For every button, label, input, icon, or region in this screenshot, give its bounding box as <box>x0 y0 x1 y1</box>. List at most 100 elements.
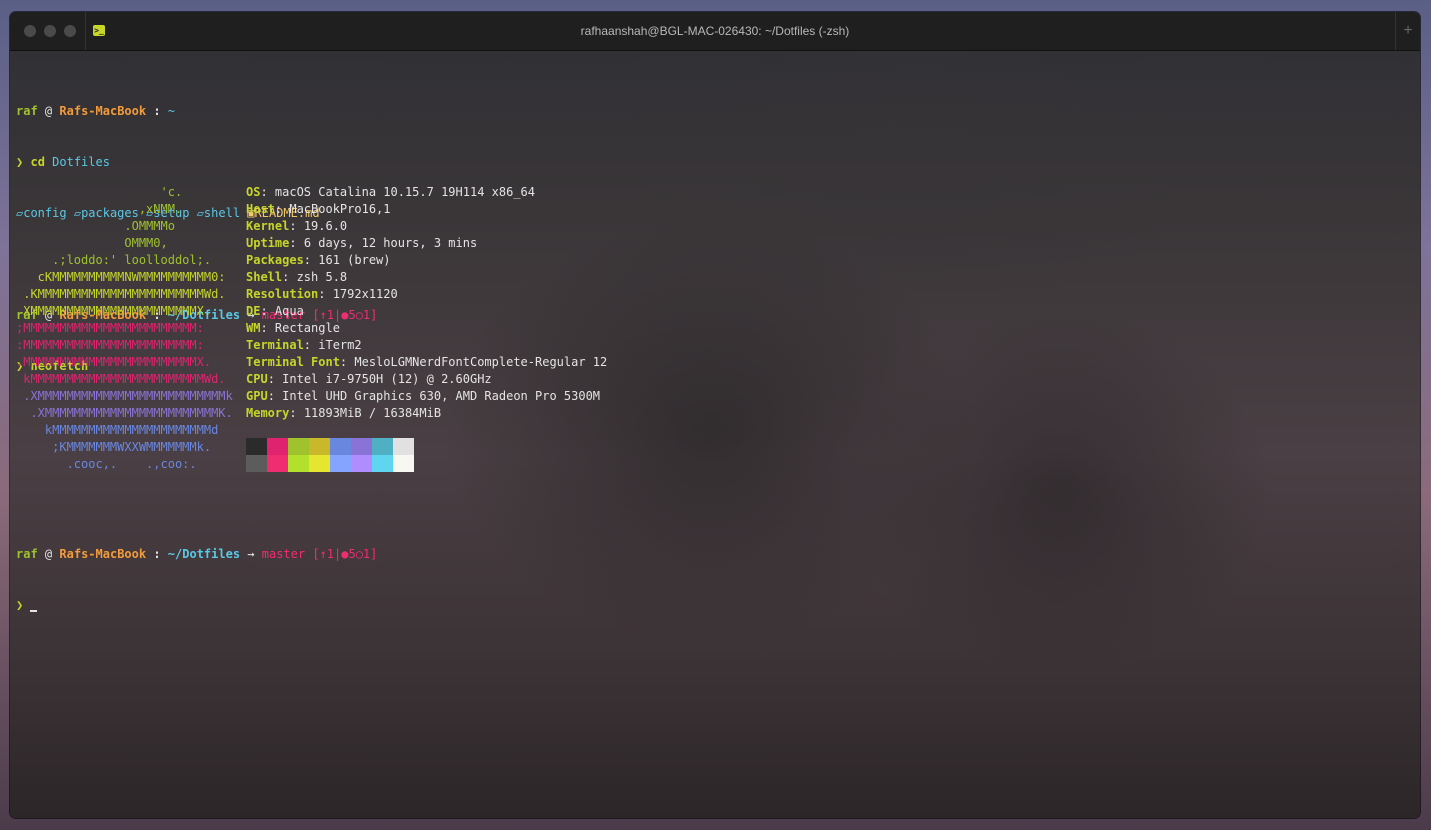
info-row: OS: macOS Catalina 10.15.7 19H114 x86_64 <box>246 184 846 201</box>
color-swatch <box>309 438 330 455</box>
color-swatch <box>393 438 414 455</box>
git-status: [↑1|●5○1] <box>312 547 378 561</box>
ascii-art-line: ;MMMMMMMMMMMMMMMMMMMMMMMM: <box>16 321 204 335</box>
color-swatch <box>393 455 414 472</box>
info-value: 19.6.0 <box>303 219 348 233</box>
ascii-art-line: cKMMMMMMMMMMNWMMMMMMMMMM0: <box>16 270 226 284</box>
title-bar: >_ rafhaanshah@BGL-MAC-026430: ~/Dotfile… <box>10 12 1420 51</box>
info-value: 11893MiB / 16384MiB <box>303 406 442 420</box>
info-row: Terminal Font: MesloLGMNerdFontComplete-… <box>246 354 846 371</box>
ascii-art-line: kMMMMMMMMMMMMMMMMMMMMMMd <box>16 423 219 437</box>
info-key: Kernel <box>246 219 290 233</box>
ascii-art-line: 'c. <box>16 185 183 199</box>
info-separator: : <box>289 219 304 233</box>
prompt-path: ~/Dotfiles <box>167 547 241 561</box>
color-swatch <box>267 438 288 455</box>
info-value: 1792x1120 <box>332 287 398 301</box>
info-row: CPU: Intel i7-9750H (12) @ 2.60GHz <box>246 371 846 388</box>
info-separator: : <box>282 270 297 284</box>
info-separator: : <box>303 253 319 267</box>
info-row: Uptime: 6 days, 12 hours, 3 mins <box>246 235 846 252</box>
info-separator: : <box>339 355 355 369</box>
info-value: 6 days, 12 hours, 3 mins <box>303 236 478 250</box>
ascii-art-line: .XMMMMMMMMMMMMMMMMMMMMMMMMMMk <box>16 389 233 403</box>
new-tab-button[interactable]: + <box>1398 21 1418 41</box>
ascii-art-line: kMMMMMMMMMMMMMMMMMMMMMMMMWd. <box>16 372 226 386</box>
info-separator: : <box>289 406 304 420</box>
prompt-colon: : <box>153 104 161 118</box>
info-value: zsh 5.8 <box>296 270 348 284</box>
info-value: Intel UHD Graphics 630, AMD Radeon Pro 5… <box>282 389 601 403</box>
color-palette <box>246 438 414 472</box>
input-line[interactable]: ❯ <box>16 597 1411 614</box>
ascii-art-line: .OMMMMo <box>16 219 175 233</box>
prompt-user: raf <box>16 547 38 561</box>
info-value: 161 (brew) <box>318 253 391 267</box>
prompt-host: Rafs-MacBook <box>59 547 147 561</box>
command-line: ❯ cd Dotfiles <box>16 154 1411 171</box>
text-cursor <box>30 610 38 612</box>
info-value: macOS Catalina 10.15.7 19H114 x86_64 <box>274 185 535 199</box>
info-row: WM: Rectangle <box>246 320 846 337</box>
ascii-art-line: ;KMMMMMMMWXXWMMMMMMMk. <box>16 440 212 454</box>
divider <box>1395 12 1396 50</box>
git-branch: master <box>261 547 306 561</box>
palette-row-normal <box>246 438 414 455</box>
ascii-art-line: .KMMMMMMMMMMMMMMMMMMMMMMMWd. <box>16 287 226 301</box>
info-value: Rectangle <box>274 321 340 335</box>
info-key: DE <box>246 304 261 318</box>
prompt-colon: : <box>153 547 161 561</box>
color-swatch <box>309 455 330 472</box>
info-row: Kernel: 19.6.0 <box>246 218 846 235</box>
info-separator: : <box>274 202 290 216</box>
info-row: Memory: 11893MiB / 16384MiB <box>246 405 846 422</box>
system-info-list: OS: macOS Catalina 10.15.7 19H114 x86_64… <box>246 184 846 422</box>
info-separator: : <box>318 287 333 301</box>
color-swatch <box>372 438 393 455</box>
info-key: Uptime <box>246 236 290 250</box>
info-separator: : <box>260 304 275 318</box>
ascii-art-line: :MMMMMMMMMMMMMMMMMMMMMMMM: <box>16 338 204 352</box>
ascii-art-line: .MMMMMMMMMMMMMMMMMMMMMMMMX. <box>16 355 212 369</box>
info-key: Shell <box>246 270 283 284</box>
info-value: MesloLGMNerdFontComplete-Regular 12 <box>354 355 608 369</box>
info-row: Shell: zsh 5.8 <box>246 269 846 286</box>
info-key: Memory <box>246 406 290 420</box>
palette-row-bright <box>246 455 414 472</box>
info-separator: : <box>267 389 283 403</box>
prompt-char: ❯ <box>16 598 24 612</box>
ascii-art-line: .;loddo:' loolloddol;. <box>16 253 212 267</box>
info-value: MacBookPro16,1 <box>289 202 391 216</box>
current-prompt[interactable]: raf @ Rafs-MacBook : ~/Dotfiles → master… <box>16 512 1411 648</box>
prompt-user: raf <box>16 104 38 118</box>
color-swatch <box>288 438 309 455</box>
ascii-art-line: XMMMMMMMMMMMMMMMMMMMMMMMX. <box>16 304 212 318</box>
command-name: cd <box>30 155 45 169</box>
info-row: Packages: 161 (brew) <box>246 252 846 269</box>
window-title: rafhaanshah@BGL-MAC-026430: ~/Dotfiles (… <box>580 24 850 38</box>
info-row: DE: Aqua <box>246 303 846 320</box>
color-swatch <box>351 455 372 472</box>
info-key: Terminal <box>246 338 304 352</box>
color-swatch <box>267 455 288 472</box>
prompt-host: Rafs-MacBook <box>59 104 147 118</box>
info-separator: : <box>267 372 283 386</box>
terminal-window: >_ rafhaanshah@BGL-MAC-026430: ~/Dotfile… <box>10 12 1420 818</box>
info-row: Host: MacBookPro16,1 <box>246 201 846 218</box>
info-key: Terminal Font <box>246 355 340 369</box>
info-key: OS <box>246 185 261 199</box>
command-arg: Dotfiles <box>52 155 110 169</box>
info-value: Intel i7-9750H (12) @ 2.60GHz <box>282 372 492 386</box>
prompt-line: raf @ Rafs-MacBook : ~ <box>16 103 1411 120</box>
ascii-art-line: OMMM0, <box>16 236 168 250</box>
info-key: Host <box>246 202 275 216</box>
prompt-line: raf @ Rafs-MacBook : ~/Dotfiles → master… <box>16 546 1411 563</box>
info-separator: : <box>260 321 275 335</box>
info-separator: : <box>303 338 319 352</box>
prompt-at: @ <box>44 104 53 118</box>
color-swatch <box>330 438 351 455</box>
ascii-art-line: ,xNMM. <box>16 202 183 216</box>
info-key: Resolution <box>246 287 319 301</box>
prompt-at: @ <box>44 547 53 561</box>
prompt-char: ❯ <box>16 155 24 169</box>
